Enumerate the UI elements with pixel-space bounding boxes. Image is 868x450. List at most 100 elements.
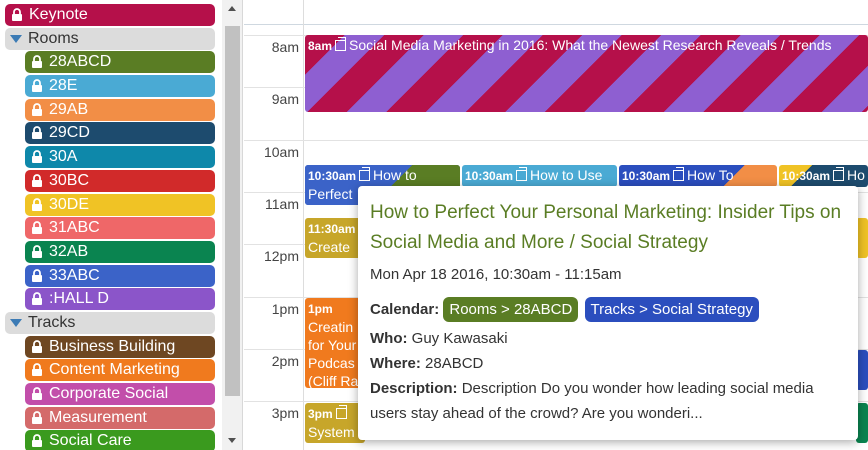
- hour-line: [244, 139, 868, 141]
- calendar-label: :HALL D: [49, 290, 109, 308]
- time-label: 3pm: [271, 405, 299, 422]
- calendar-label: 29AB: [49, 100, 89, 118]
- event-title: Social Media Marketing in 2016: What the…: [349, 37, 832, 53]
- calendar-list: Keynote Rooms 28ABCD 28E 29AB 29CD 30A 30BC 30…: [5, 4, 215, 450]
- calendar-room-30a[interactable]: 30A: [25, 146, 215, 169]
- rooms-list: 28ABCD 28E 29AB 29CD 30A 30BC 30DE 31ABC 32AB 33A…: [5, 51, 215, 311]
- popout-icon: [516, 167, 528, 181]
- where-label: Where:: [370, 355, 421, 372]
- event-1pm[interactable]: 1pm Creatin for Your Podcas (Cliff Ra: [305, 298, 365, 388]
- lock-icon: [31, 221, 43, 235]
- who-label: Who:: [370, 330, 408, 347]
- event-title-line: Podcas: [308, 355, 355, 371]
- popup-who-row: Who: Guy Kawasaki: [370, 326, 846, 351]
- popup-where-row: Where: 28ABCD: [370, 351, 846, 376]
- group-label: Tracks: [28, 313, 76, 331]
- calendar-track-corporate-social[interactable]: Corporate Social: [25, 383, 215, 405]
- calendar-room-33abc[interactable]: 33ABC: [25, 264, 215, 287]
- calendar-room-29cd[interactable]: 29CD: [25, 122, 215, 145]
- popup-title[interactable]: How to Perfect Your Personal Marketing: …: [370, 198, 846, 258]
- time-label: 12pm: [263, 248, 299, 265]
- calendar-track-measurement[interactable]: Measurement: [25, 406, 215, 429]
- lock-icon: [31, 150, 43, 164]
- calendar-label: Keynote: [29, 6, 88, 23]
- event-time: 1pm: [308, 302, 333, 316]
- event-time: 8am: [308, 39, 333, 53]
- group-tracks[interactable]: Tracks: [5, 311, 215, 334]
- lock-icon: [31, 79, 43, 93]
- event-title-line2: System: [308, 424, 355, 440]
- lock-icon: [31, 387, 43, 401]
- calendar-label: Social Care: [49, 432, 132, 450]
- calendar-room-hall-d[interactable]: :HALL D: [25, 288, 215, 311]
- calendar-room-30de[interactable]: 30DE: [25, 193, 215, 216]
- lock-icon: [31, 410, 43, 425]
- event-time: 10:30am: [622, 169, 671, 183]
- lock-icon: [31, 268, 43, 283]
- sidebar-scrollbar[interactable]: [222, 0, 242, 450]
- calendar-room-32ab[interactable]: 32AB: [25, 240, 215, 263]
- popup-description-row: Description: Description Do you wonder h…: [370, 376, 846, 426]
- calendar-label: 30A: [49, 148, 78, 166]
- event-details-popup[interactable]: How to Perfect Your Personal Marketing: …: [358, 186, 858, 440]
- calendar-room-30bc[interactable]: 30BC: [25, 169, 215, 192]
- calendar-label: Calendar:: [370, 301, 440, 318]
- event-1130[interactable]: 11:30am Create: [305, 218, 365, 258]
- time-label: 11am: [265, 195, 299, 212]
- scroll-down-button[interactable]: [222, 432, 242, 450]
- calendar-track-business-building[interactable]: Business Building: [25, 335, 215, 358]
- calendar-label: 32AB: [49, 242, 89, 260]
- event-keynote[interactable]: 8am Social Media Marketing in 2016: What …: [305, 35, 868, 112]
- event-29ab[interactable]: 10:30am How To: [619, 165, 777, 187]
- event-title: How To: [687, 167, 734, 183]
- event-time: 10:30am: [782, 169, 831, 183]
- calendar-track-content-marketing[interactable]: Content Marketing: [25, 359, 215, 382]
- event-time: 11:30am: [308, 222, 356, 236]
- lock-icon: [11, 8, 23, 22]
- scroll-thumb[interactable]: [225, 26, 240, 396]
- lock-icon: [31, 339, 43, 354]
- time-label: 10am: [263, 143, 299, 160]
- event-3pm[interactable]: 3pm System: [305, 403, 365, 443]
- time-label: 2pm: [271, 352, 299, 369]
- collapse-triangle-icon[interactable]: [10, 318, 22, 327]
- calendar-badge-track[interactable]: Tracks > Social Strategy: [584, 297, 759, 322]
- event-time: 3pm: [308, 407, 333, 421]
- who-value: Guy Kawasaki: [411, 330, 508, 347]
- calendar-room-28e[interactable]: 28E: [25, 75, 215, 98]
- time-label: 9am: [271, 91, 299, 108]
- event-time: 10:30am: [465, 169, 514, 183]
- calendar-keynote[interactable]: Keynote: [5, 4, 215, 26]
- event-title: How to: [373, 167, 417, 183]
- all-day-divider: [244, 24, 868, 25]
- calendar-track-social-care[interactable]: Social Care: [25, 430, 215, 450]
- calendar-label: 30DE: [49, 195, 90, 213]
- scroll-up-button[interactable]: [222, 0, 242, 18]
- where-value: 28ABCD: [425, 355, 484, 372]
- tracks-list: Business Building Content Marketing Corpor…: [5, 335, 215, 450]
- popout-icon: [359, 167, 371, 181]
- lock-icon: [31, 434, 43, 448]
- calendar-badge-room[interactable]: Rooms > 28ABCD: [443, 297, 579, 322]
- event-title-line: (Cliff Ra: [308, 373, 359, 388]
- popout-icon: [673, 167, 685, 181]
- arrow-down-icon: [228, 438, 236, 443]
- popout-icon: [335, 405, 347, 419]
- lock-icon: [31, 292, 43, 306]
- event-29cd[interactable]: 10:30am Ho: [779, 165, 868, 187]
- event-title-line2: Perfect: [308, 186, 353, 202]
- calendar-label: 33ABC: [49, 266, 100, 284]
- time-label: 1pm: [271, 300, 299, 317]
- group-rooms[interactable]: Rooms: [5, 27, 215, 50]
- event-28e[interactable]: 10:30am How to Use: [462, 165, 617, 187]
- calendar-label: Corporate Social: [49, 385, 169, 402]
- lock-icon: [31, 363, 43, 377]
- calendar-room-29ab[interactable]: 29AB: [25, 98, 215, 121]
- event-title: How to Use: [530, 167, 603, 183]
- popup-date: Mon Apr 18 2016, 10:30am - 11:15am: [370, 266, 622, 283]
- collapse-triangle-icon[interactable]: [10, 34, 22, 43]
- calendar-room-31abc[interactable]: 31ABC: [25, 217, 215, 240]
- calendar-room-28abcd[interactable]: 28ABCD: [25, 51, 215, 74]
- arrow-up-icon: [228, 6, 236, 11]
- event-title-line: Creatin: [308, 319, 354, 335]
